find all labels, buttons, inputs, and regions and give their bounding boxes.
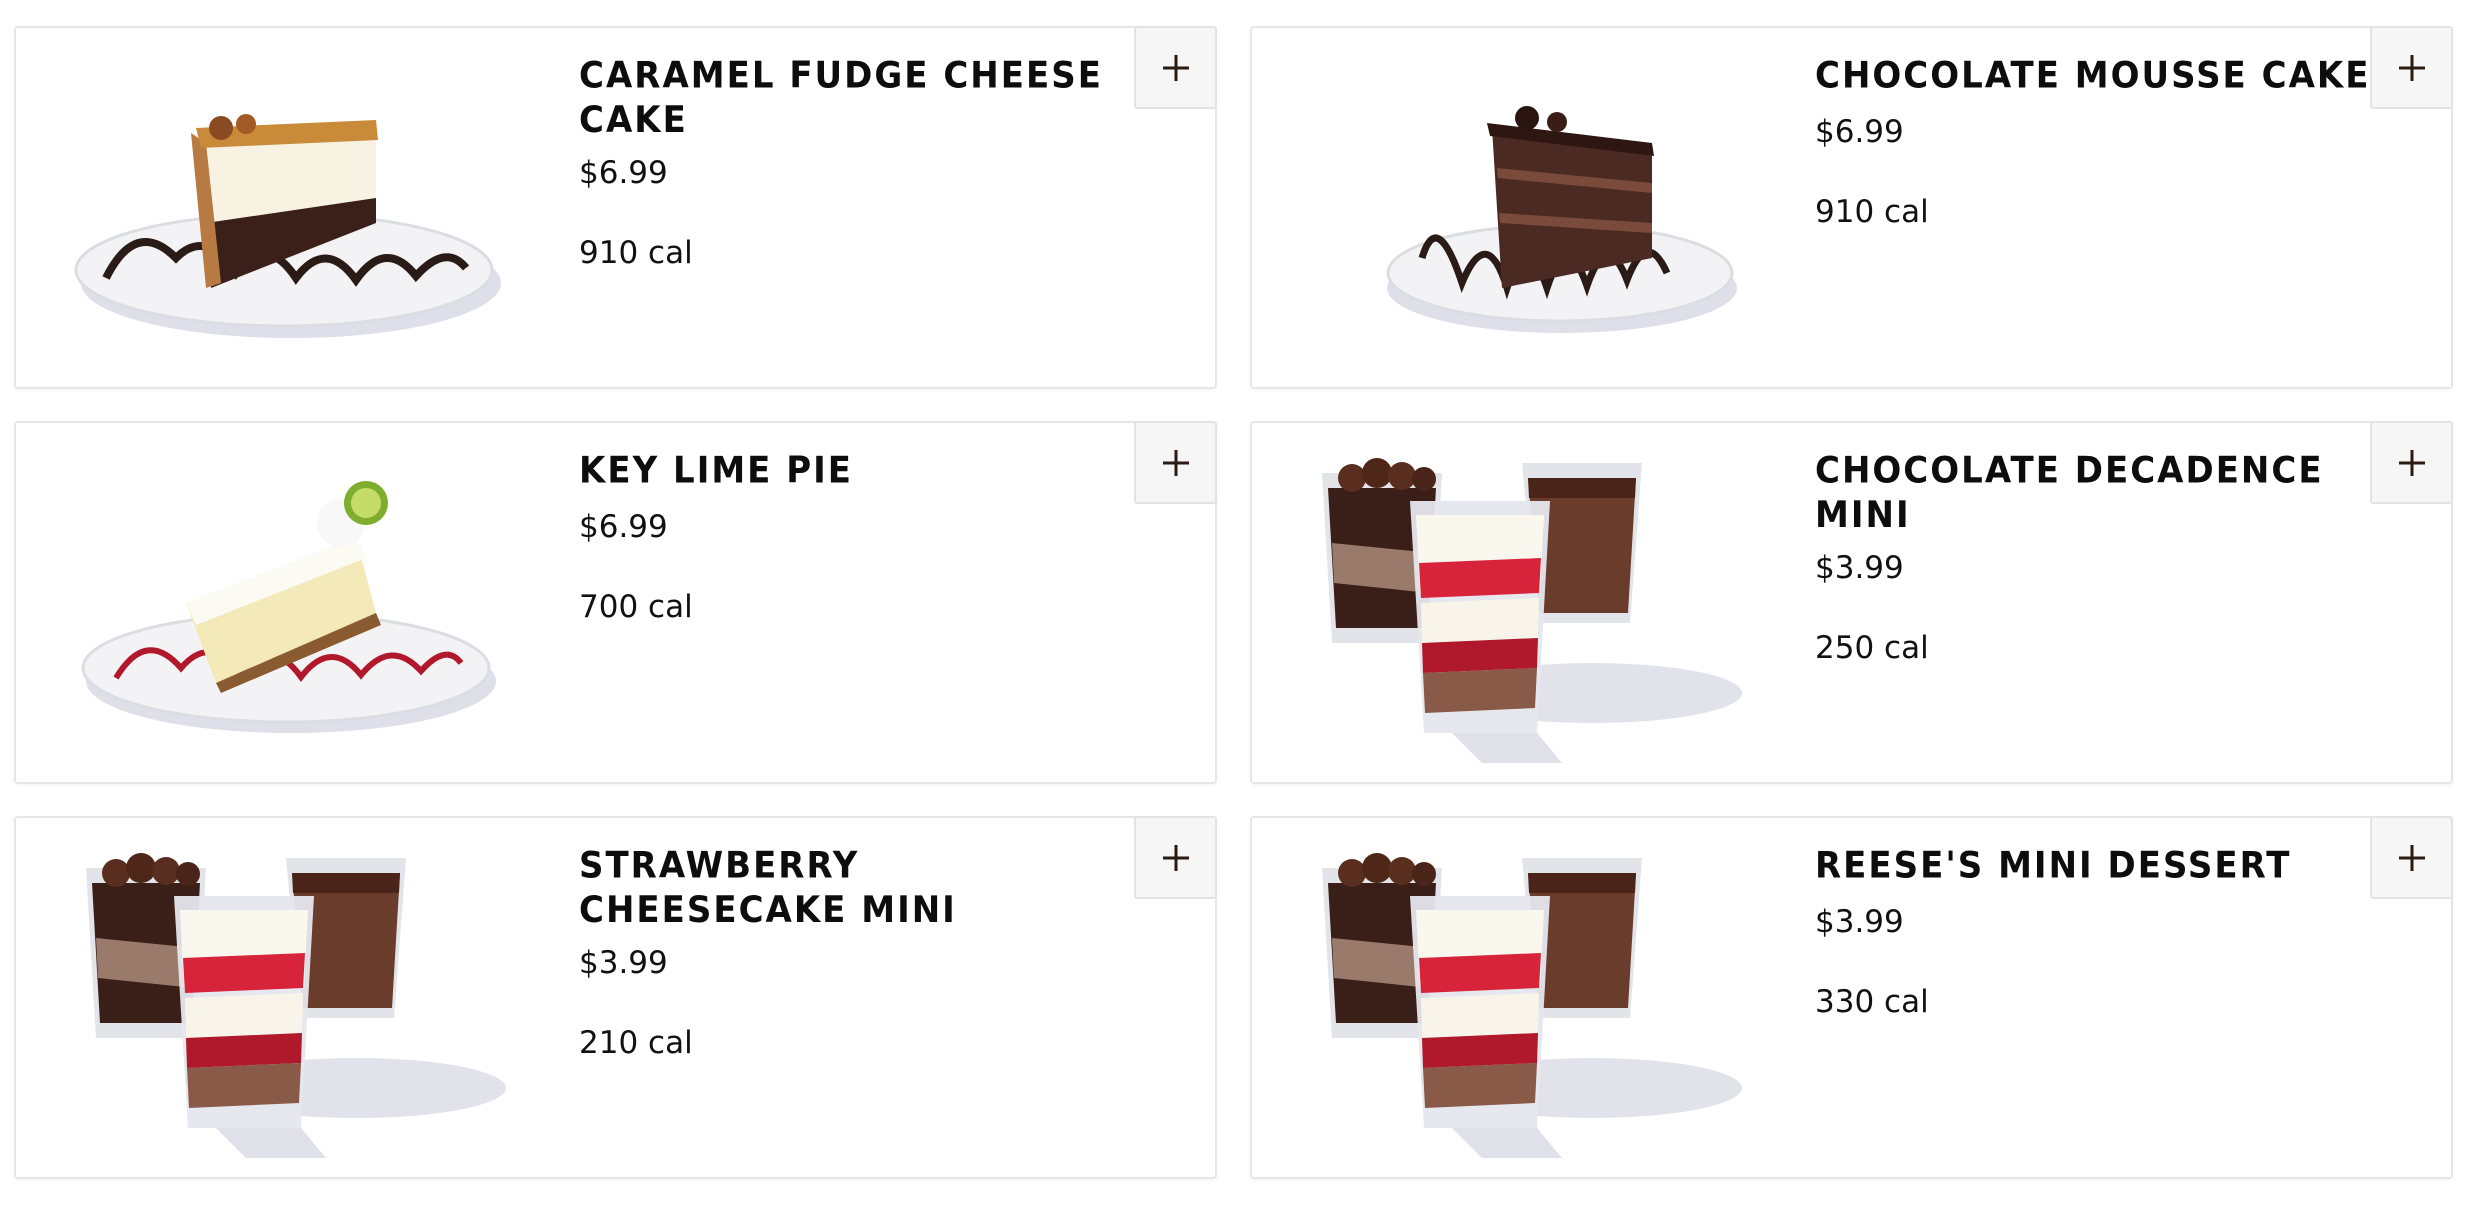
add-to-order-button[interactable] — [1134, 421, 1217, 504]
plus-icon — [2397, 448, 2427, 478]
menu-item-card[interactable]: Chocolate Decadence Mini $3.99 250 cal — [1250, 421, 2453, 784]
item-calories: 250 cal — [1815, 630, 1929, 666]
item-calories: 700 cal — [579, 589, 693, 625]
item-price: $6.99 — [1815, 114, 1904, 150]
add-to-order-button[interactable] — [1134, 26, 1217, 109]
plus-icon — [1161, 448, 1191, 478]
item-calories: 330 cal — [1815, 984, 1929, 1020]
menu-item-card[interactable]: Chocolate Mousse Cake $6.99 910 cal — [1250, 26, 2453, 389]
add-to-order-button[interactable] — [1134, 816, 1217, 899]
plus-icon — [1161, 843, 1191, 873]
item-calories: 210 cal — [579, 1025, 693, 1061]
plus-icon — [2397, 843, 2427, 873]
add-to-order-button[interactable] — [2370, 421, 2453, 504]
chocolate-cake-slice-image — [1292, 48, 1762, 368]
mini-dessert-cups-image — [1292, 838, 1762, 1158]
mini-dessert-cups-image — [56, 838, 526, 1158]
item-name: Reese's Mini Dessert — [1815, 844, 2292, 888]
add-to-order-button[interactable] — [2370, 816, 2453, 899]
item-price: $3.99 — [1815, 550, 1904, 586]
mini-dessert-cups-image — [1292, 443, 1762, 763]
menu-item-card[interactable]: Key Lime Pie $6.99 700 cal — [14, 421, 1217, 784]
plus-icon — [2397, 53, 2427, 83]
menu-item-card[interactable]: Strawberry Cheesecake Mini $3.99 210 cal — [14, 816, 1217, 1179]
item-name: Key Lime Pie — [579, 449, 854, 493]
item-name: Caramel Fudge Cheese Cake — [579, 54, 1103, 142]
menu-item-card[interactable]: Caramel Fudge Cheese Cake $6.99 910 cal — [14, 26, 1217, 389]
item-price: $6.99 — [579, 155, 668, 191]
menu-item-card[interactable]: Reese's Mini Dessert $3.99 330 cal — [1250, 816, 2453, 1179]
item-name: Chocolate Decadence Mini — [1815, 449, 2324, 537]
item-calories: 910 cal — [1815, 194, 1929, 230]
item-name: Strawberry Cheesecake Mini — [579, 844, 957, 932]
cheesecake-slice-image — [56, 48, 526, 368]
key-lime-pie-slice-image — [56, 443, 526, 763]
item-price: $6.99 — [579, 509, 668, 545]
item-calories: 910 cal — [579, 235, 693, 271]
item-name: Chocolate Mousse Cake — [1815, 54, 2371, 98]
plus-icon — [1161, 53, 1191, 83]
item-price: $3.99 — [1815, 904, 1904, 940]
item-price: $3.99 — [579, 945, 668, 981]
add-to-order-button[interactable] — [2370, 26, 2453, 109]
